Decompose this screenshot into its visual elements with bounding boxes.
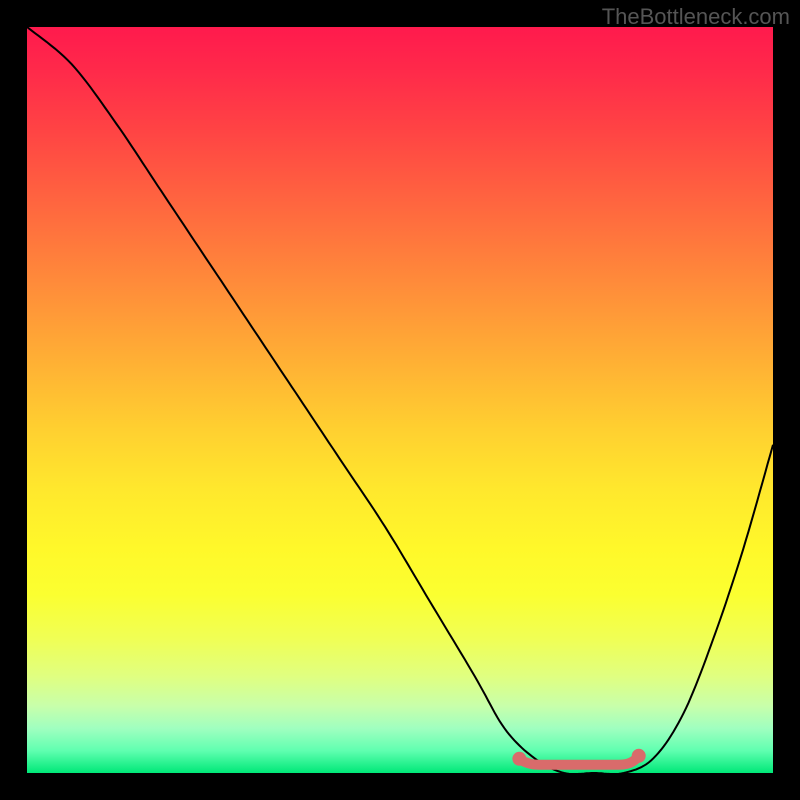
watermark-text: TheBottleneck.com	[602, 4, 790, 30]
chart-plot-area	[27, 27, 773, 773]
bottleneck-curve	[27, 27, 773, 773]
optimal-range-marker	[27, 27, 773, 773]
